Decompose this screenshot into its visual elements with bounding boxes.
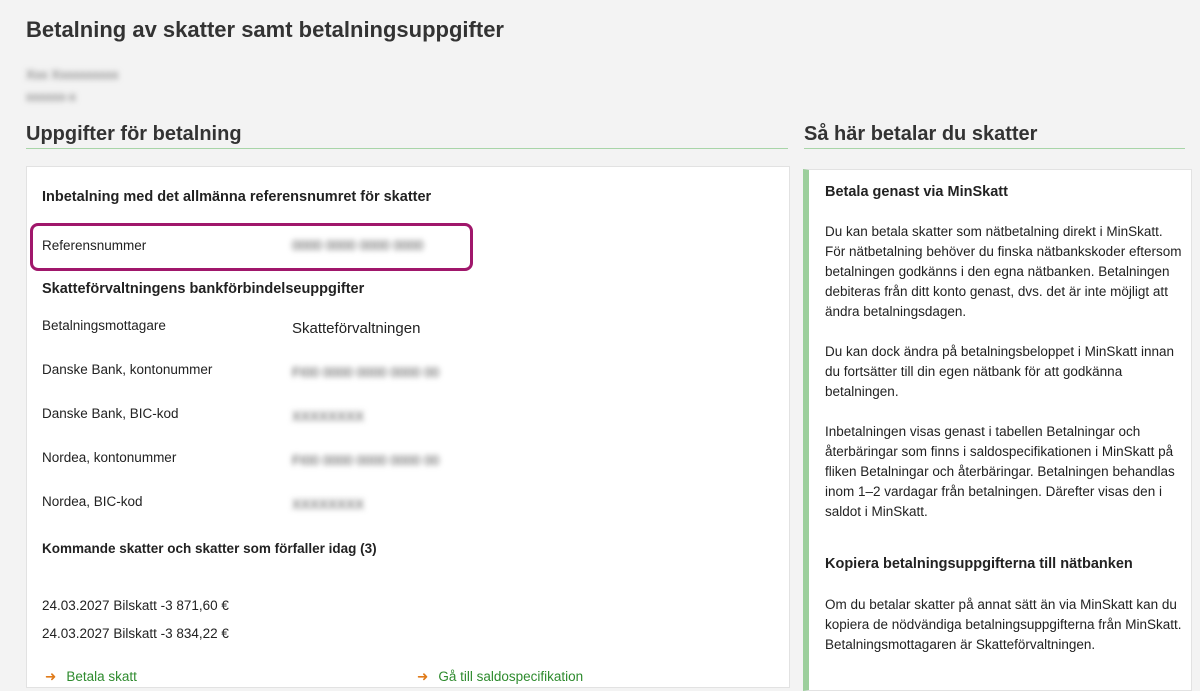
nordea-bic-value[interactable]: XXXXXXXX [292,497,364,512]
copy-details-heading: Kopiera betalningsuppgifterna till nätba… [825,556,1133,572]
user-id: xxxxxx-x [26,89,76,104]
payment-details-card: Inbetalning med det allmänna referensnum… [26,166,790,688]
pay-info-paragraph: Du kan dock ändra på betalningsbeloppet … [825,344,1174,399]
balance-spec-link-label: Gå till saldospecifikation [438,669,584,684]
reference-value[interactable]: 0000 0000 0000 0000 [292,238,423,253]
pay-tax-link-label: Betala skatt [66,669,137,684]
upcoming-taxes-heading: Kommande skatter och skatter som förfall… [42,541,377,556]
nordea-account-value[interactable]: FI00 0000 0000 0000 00 [292,453,439,468]
balance-spec-link[interactable]: ➜ Gå till saldospecifikation [417,669,583,685]
arrow-right-icon: ➜ [417,669,429,684]
arrow-right-icon: ➜ [45,669,57,684]
copy-info-paragraph: Om du betalar skatter på annat sätt än v… [825,597,1182,652]
payment-details-title: Uppgifter för betalning [26,123,242,145]
page-title: Betalning av skatter samt betalningsuppg… [26,17,504,42]
pay-via-minskatt-heading: Betala genast via MinSkatt [825,184,1008,200]
nordea-bic-label: Nordea, BIC-kod [42,494,143,509]
how-to-pay-card: Betala genast via MinSkatt Du kan betala… [803,169,1192,691]
recipient-label: Betalningsmottagare [42,318,166,333]
pay-tax-link[interactable]: ➜ Betala skatt [45,669,137,685]
user-info: Xxx Xxxxxxxxxx xxxxxx-x [26,64,118,108]
danske-account-label: Danske Bank, kontonummer [42,362,213,377]
user-name: Xxx Xxxxxxxxxx [26,67,119,82]
nordea-account-label: Nordea, kontonummer [42,450,177,465]
bank-details-heading: Skatteförvaltningens bankförbindelseuppg… [42,281,365,297]
danske-account-value[interactable]: FI00 0000 0000 0000 00 [292,365,439,380]
danske-bic-label: Danske Bank, BIC-kod [42,406,179,421]
reference-label: Referensnummer [42,238,147,253]
pay-info-paragraph: Du kan betala skatter som nätbetalning d… [825,224,1182,319]
danske-bic-value[interactable]: XXXXXXXX [292,409,364,424]
pay-info-paragraph: Inbetalningen visas genast i tabellen Be… [825,424,1175,519]
how-to-pay-title: Så här betalar du skatter [804,123,1038,145]
upcoming-tax-item: 24.03.2027 Bilskatt -3 871,60 € [42,598,229,613]
upcoming-tax-item: 24.03.2027 Bilskatt -3 834,22 € [42,626,229,641]
section-divider [26,148,788,149]
reference-heading: Inbetalning med det allmänna referensnum… [42,189,432,205]
recipient-value[interactable]: Skatteförvaltningen [292,320,420,337]
section-divider [804,148,1185,149]
